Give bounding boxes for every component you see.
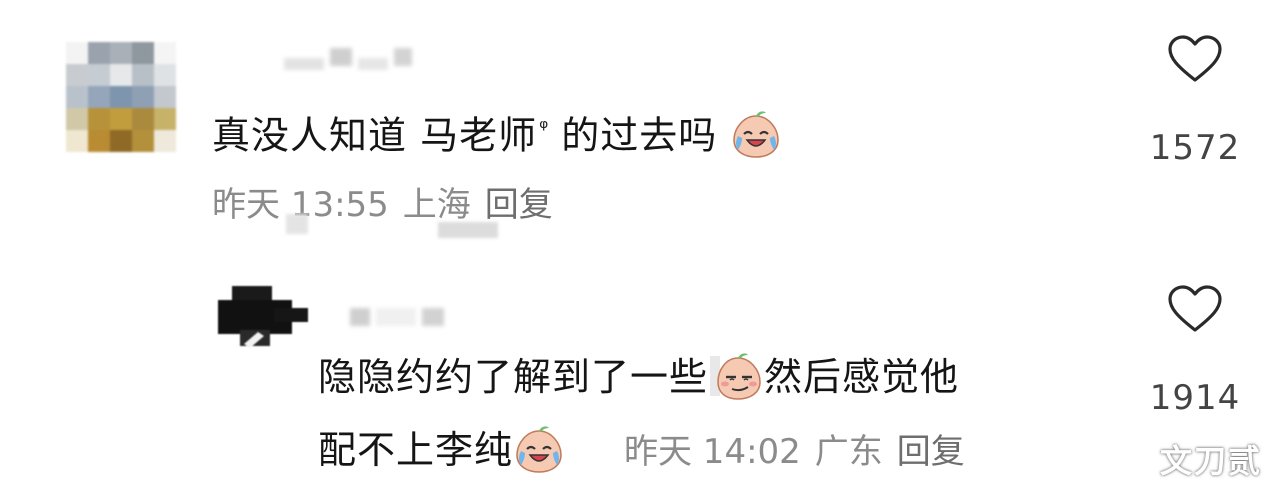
redaction-blur [286, 214, 308, 234]
comment-text-after: 的过去吗 [561, 113, 718, 158]
search-icon[interactable]: ᵠ [539, 104, 549, 154]
comment-location: 上海 [402, 185, 471, 225]
comment-text: 真没人知道 马老师ᵠ 的过去吗 [212, 104, 782, 164]
heart-icon[interactable] [1167, 34, 1223, 84]
heart-icon[interactable] [1167, 284, 1223, 334]
comment-text-before: 隐隐约约了解到了一些 [318, 355, 709, 399]
comment-text-after: 然后感觉他 [764, 355, 960, 399]
comment-text-line2: 配不上李纯 [318, 425, 565, 479]
comment-time: 昨天 14:02 [624, 432, 801, 472]
smirk-emoji-icon [710, 352, 761, 400]
like-count: 1914 [1149, 378, 1241, 418]
watermark: 文刀贰 [1159, 442, 1262, 480]
comment-text-before: 真没人知道 马老师 [212, 113, 538, 158]
crying-laughing-emoji-icon [733, 111, 780, 158]
like-control[interactable]: 1914 [1140, 284, 1250, 418]
like-count: 1572 [1149, 128, 1241, 168]
comment-text-line2-content: 配不上李纯 [318, 428, 514, 472]
crying-laughing-emoji-icon [516, 425, 562, 473]
redaction-blur [438, 222, 498, 238]
reply-button[interactable]: 回复 [485, 185, 553, 225]
username-blurred[interactable] [350, 302, 444, 332]
reply-button[interactable]: 回复 [897, 432, 965, 472]
comment-meta: 昨天 13:55 上海 回复 [212, 183, 567, 227]
comment-location: 广东 [814, 432, 883, 472]
avatar[interactable] [66, 42, 176, 152]
like-control[interactable]: 1572 [1140, 34, 1250, 168]
comment-text-line1: 隐隐约约了解到了一些 然后感觉他 [318, 352, 959, 406]
avatar[interactable] [218, 282, 310, 354]
comment-meta: 昨天 14:02 广东 回复 [624, 430, 979, 474]
username-blurred[interactable] [284, 42, 412, 72]
